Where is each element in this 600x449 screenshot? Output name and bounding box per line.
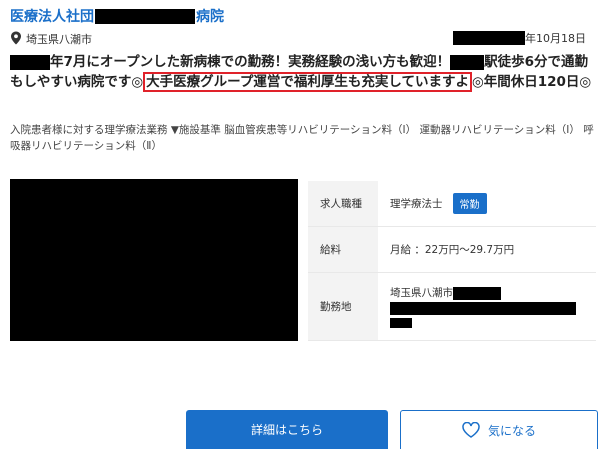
redacted-block xyxy=(450,54,485,70)
headline-highlight: 大手医療グループ運営で福利厚生も充実していますよ xyxy=(143,72,472,92)
facility-name[interactable]: 医療法人社団 病院 xyxy=(10,6,224,26)
employment-type-badge: 常勤 xyxy=(452,193,487,214)
work-address: 埼玉県八潮市 xyxy=(390,284,576,329)
favorite-button-label: 気になる xyxy=(487,423,536,438)
facility-photo-redacted xyxy=(10,179,298,341)
map-pin-icon xyxy=(11,31,21,45)
location-text: 埼玉県八潮市 xyxy=(26,33,92,46)
info-row-job-type: 求人職種 理学療法士 常勤 xyxy=(308,181,596,227)
salary-value: 月給 ：22万円〜29.7万円 xyxy=(390,244,515,256)
facility-name-prefix: 医療法人社団 xyxy=(10,9,94,25)
redacted-block xyxy=(453,31,525,45)
details-button[interactable]: 詳細はこちら xyxy=(186,410,388,449)
job-type-value: 理学療法士 xyxy=(390,198,443,210)
job-headline[interactable]: 年7月にオープンした新病棟での勤務！実務経験の浅い方も歓迎！ 駅徒歩6分で通勤もし… xyxy=(10,52,594,92)
redacted-block xyxy=(10,54,50,70)
info-label: 給料 xyxy=(308,227,378,272)
info-row-salary: 給料 月給 ：22万円〜29.7万円 xyxy=(308,227,596,273)
posted-date: 年10月18日 xyxy=(453,30,586,46)
job-info-table: 求人職種 理学療法士 常勤 給料 月給 ：22万円〜29.7万円 勤務地 埼玉県… xyxy=(308,181,596,341)
redacted-block xyxy=(390,302,576,315)
info-row-location: 勤務地 埼玉県八潮市 xyxy=(308,273,596,341)
info-label: 勤務地 xyxy=(308,273,378,340)
posted-date-suffix: 年10月18日 xyxy=(525,32,586,45)
headline-part3: ◎年間休日120日◎ xyxy=(471,74,592,90)
info-value: 理学療法士 常勤 xyxy=(378,181,596,226)
redacted-block xyxy=(390,318,412,328)
info-value: 埼玉県八潮市 xyxy=(378,273,596,340)
headline-part1: 年7月にオープンした新病棟での勤務！実務経験の浅い方も歓迎！ xyxy=(50,54,451,70)
work-address-text: 埼玉県八潮市 xyxy=(390,287,453,299)
info-label: 求人職種 xyxy=(308,181,378,226)
location-row: 埼玉県八潮市 年10月18日 xyxy=(10,30,594,46)
job-description: 入院患者様に対する理学療法業務 ▼施設基準 脳血管疾患等リハビリテーション料（I… xyxy=(10,124,594,152)
redacted-block xyxy=(95,8,195,24)
redacted-block xyxy=(453,286,501,300)
favorite-button[interactable]: 気になる xyxy=(400,410,598,449)
facility-name-suffix: 病院 xyxy=(196,9,224,25)
heart-icon xyxy=(462,422,480,438)
